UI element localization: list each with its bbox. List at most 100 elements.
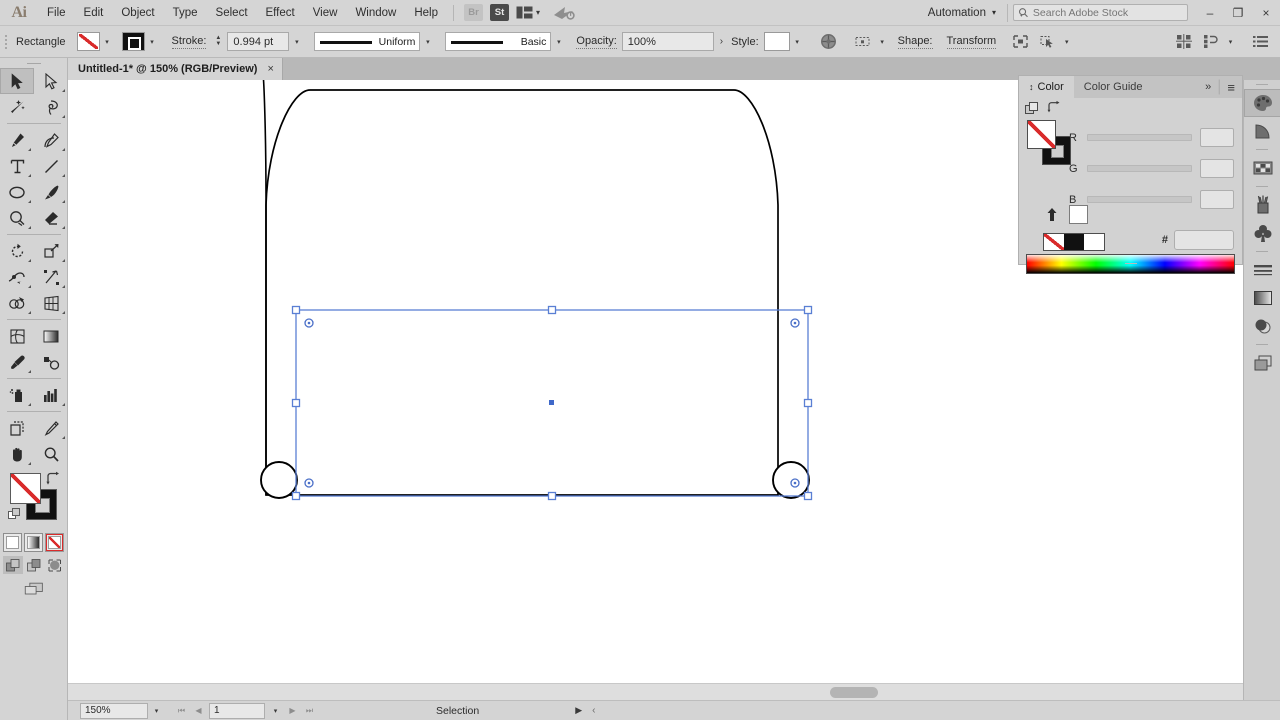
color-panel-resize-grip[interactable]: [1019, 260, 1242, 267]
shape-builder-tool[interactable]: [0, 290, 34, 316]
symbol-sprayer-tool[interactable]: [0, 382, 34, 408]
brush-definition-value[interactable]: Basic: [445, 32, 552, 51]
direct-selection-tool[interactable]: [34, 68, 68, 94]
tab-color[interactable]: ↕ Color: [1019, 76, 1074, 98]
preset-none-swatch[interactable]: [1044, 234, 1064, 250]
shape-label[interactable]: Shape:: [897, 35, 933, 49]
align-options-button[interactable]: [851, 31, 875, 53]
brush-definition-control[interactable]: Basic ▾: [445, 32, 567, 51]
blend-tool[interactable]: [34, 349, 68, 375]
stroke-panel-icon[interactable]: [1244, 256, 1280, 284]
menu-view[interactable]: View: [304, 0, 347, 26]
next-artboard-button[interactable]: ▶: [284, 703, 301, 719]
type-tool[interactable]: [0, 153, 34, 179]
menu-type[interactable]: Type: [164, 0, 207, 26]
channel-value-g[interactable]: [1200, 159, 1234, 178]
stroke-weight-dropdown-arrow[interactable]: ▾: [289, 32, 305, 51]
artboard-dropdown-arrow[interactable]: ▾: [267, 703, 284, 719]
last-used-color-swatch[interactable]: [1069, 205, 1088, 224]
column-graph-tool[interactable]: [34, 382, 68, 408]
lasso-tool[interactable]: [34, 94, 68, 120]
fill-dropdown-arrow[interactable]: ▾: [99, 32, 115, 51]
gradient-panel-icon[interactable]: [1244, 284, 1280, 312]
bridge-icon[interactable]: Br: [464, 4, 483, 21]
stroke-color-control[interactable]: ▾: [121, 32, 160, 51]
sync-settings-icon[interactable]: [553, 5, 575, 21]
eyedropper-tool[interactable]: [0, 349, 34, 375]
recolor-artwork-button[interactable]: [817, 31, 841, 53]
draw-behind-button[interactable]: [24, 556, 44, 574]
apply-last-color-icon[interactable]: [1047, 207, 1061, 222]
graphic-style-dropdown-arrow[interactable]: ▾: [789, 32, 805, 51]
stroke-profile-value[interactable]: Uniform: [314, 32, 421, 51]
status-expand-button[interactable]: ▶: [575, 705, 582, 716]
restore-button[interactable]: ❐: [1224, 0, 1252, 26]
transparency-panel-icon[interactable]: [1244, 312, 1280, 340]
color-panel-icon[interactable]: [1244, 89, 1280, 117]
channel-value-r[interactable]: [1200, 128, 1234, 147]
paintbrush-tool[interactable]: [34, 179, 68, 205]
slice-tool[interactable]: [34, 415, 68, 441]
select-similar-control[interactable]: ▾: [1035, 31, 1075, 53]
status-collapse-button[interactable]: ‹: [592, 705, 595, 716]
ellipse-tool[interactable]: [0, 179, 34, 205]
draw-inside-button[interactable]: [45, 556, 65, 574]
curvature-tool[interactable]: [34, 127, 68, 153]
hex-input[interactable]: [1174, 230, 1234, 250]
default-fill-stroke-button[interactable]: [8, 508, 21, 521]
tab-color-guide[interactable]: Color Guide: [1073, 76, 1153, 98]
brushes-panel-icon[interactable]: [1244, 191, 1280, 219]
align-control[interactable]: ▾: [851, 31, 890, 53]
transform-label[interactable]: Transform: [946, 35, 997, 49]
gradient-mode-button[interactable]: [24, 533, 43, 552]
magic-wand-tool[interactable]: [0, 94, 34, 120]
fill-color-control[interactable]: ▾: [76, 32, 115, 51]
stroke-weight-value[interactable]: 0.994 pt: [227, 32, 290, 51]
channel-slider-r[interactable]: [1087, 134, 1192, 141]
swap-fill-stroke-button[interactable]: [45, 471, 60, 485]
menu-window[interactable]: Window: [346, 0, 405, 26]
dock-grip[interactable]: [1244, 80, 1280, 89]
swatches-panel-icon[interactable]: [1244, 154, 1280, 182]
select-similar-dropdown-arrow[interactable]: ▾: [1059, 32, 1075, 51]
zoom-value[interactable]: 150%: [80, 702, 148, 719]
graphic-style-control[interactable]: ▾: [763, 32, 805, 51]
close-button[interactable]: ×: [1252, 0, 1280, 26]
fill-stroke-indicator-icon[interactable]: [1025, 102, 1039, 115]
hand-tool[interactable]: [0, 441, 34, 467]
change-screen-mode-button[interactable]: [24, 580, 44, 598]
last-artboard-button[interactable]: ⏭: [301, 703, 318, 719]
menu-edit[interactable]: Edit: [75, 0, 113, 26]
arrange-button[interactable]: [1199, 31, 1223, 53]
width-tool[interactable]: [0, 264, 34, 290]
control-panel-menu-button[interactable]: [1248, 31, 1272, 53]
zoom-dropdown-arrow[interactable]: ▾: [148, 703, 165, 719]
close-icon[interactable]: ×: [267, 63, 273, 75]
collapse-panel-icon[interactable]: »: [1205, 81, 1211, 93]
channel-slider-g[interactable]: [1087, 165, 1192, 172]
mesh-tool[interactable]: [0, 323, 34, 349]
brush-definition-dropdown-arrow[interactable]: ▾: [551, 32, 567, 51]
control-bar-grip[interactable]: [2, 31, 10, 53]
scale-tool[interactable]: [34, 238, 68, 264]
channel-slider-b[interactable]: [1087, 196, 1192, 203]
stroke-profile-control[interactable]: Uniform ▾: [314, 32, 436, 51]
tools-panel-grip[interactable]: [0, 58, 67, 68]
menu-select[interactable]: Select: [207, 0, 257, 26]
automation-menu[interactable]: Automation ▾: [922, 7, 1002, 19]
dock-grip-5[interactable]: [1244, 340, 1280, 349]
eraser-tool[interactable]: [34, 205, 68, 231]
arrange-control[interactable]: ▾: [1199, 31, 1238, 53]
stock-search-box[interactable]: [1013, 4, 1188, 21]
document-tab[interactable]: Untitled-1* @ 150% (RGB/Preview) ×: [68, 58, 283, 80]
pen-tool[interactable]: [0, 127, 34, 153]
stroke-weight-control[interactable]: 0.994 pt ▾: [227, 32, 305, 51]
menu-help[interactable]: Help: [405, 0, 447, 26]
none-mode-button[interactable]: [45, 533, 64, 552]
stock-icon[interactable]: St: [490, 4, 509, 21]
artboard-number-field[interactable]: 1: [209, 702, 265, 719]
stroke-weight-stepper[interactable]: ▲ ▼: [212, 35, 224, 47]
select-similar-objects-button[interactable]: [1035, 31, 1059, 53]
graphic-style-swatch[interactable]: [763, 32, 790, 51]
selection-tool[interactable]: [0, 68, 34, 94]
